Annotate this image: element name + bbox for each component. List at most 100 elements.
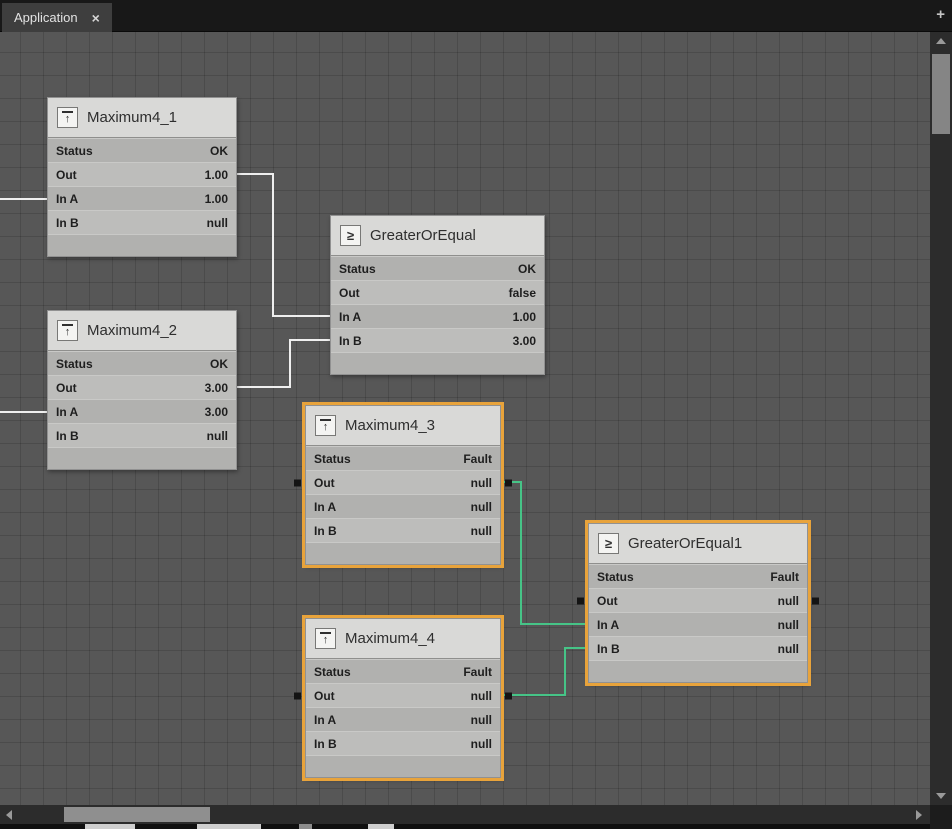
output-pin-left[interactable] [294, 479, 301, 486]
node-row-status[interactable]: Status Fault [589, 564, 807, 588]
row-value: 3.00 [205, 381, 228, 395]
node-row-in-a[interactable]: In A 3.00 [48, 399, 236, 423]
row-label: In B [314, 524, 337, 538]
node-header[interactable]: ↑ Maximum4_3 [306, 406, 500, 446]
output-pin-right[interactable] [812, 597, 819, 604]
node-title: Maximum4_4 [345, 630, 435, 647]
app-window: Application × + ↑ Maximum4_1 Status OK [0, 0, 952, 829]
bottom-edge-segment [85, 824, 135, 829]
node-row-in-b[interactable]: In B null [306, 518, 500, 542]
row-value: false [509, 286, 536, 300]
node-footer [589, 660, 807, 682]
row-value: OK [210, 144, 228, 158]
wire[interactable] [501, 482, 588, 624]
node-row-out[interactable]: Out null [589, 588, 807, 612]
node-header[interactable]: ↑ Maximum4_4 [306, 619, 500, 659]
editor-canvas[interactable]: ↑ Maximum4_1 Status OK Out 1.00 In A 1.0… [0, 32, 930, 805]
row-label: Out [339, 286, 360, 300]
vertical-scroll-thumb[interactable] [932, 54, 950, 134]
row-label: Status [339, 262, 376, 276]
row-value: 3.00 [205, 405, 228, 419]
row-value: null [471, 500, 492, 514]
node-row-in-a[interactable]: In A null [306, 707, 500, 731]
row-label: Out [314, 689, 335, 703]
row-value: null [471, 737, 492, 751]
row-value: Fault [463, 665, 492, 679]
node-row-in-b[interactable]: In B null [48, 423, 236, 447]
node-row-in-a[interactable]: In A null [589, 612, 807, 636]
row-value: 3.00 [513, 334, 536, 348]
scroll-right-button[interactable] [910, 805, 928, 824]
horizontal-scroll-thumb[interactable] [64, 807, 210, 822]
row-label: In B [56, 216, 79, 230]
node-row-status[interactable]: Status Fault [306, 446, 500, 470]
node-row-status[interactable]: Status OK [48, 138, 236, 162]
row-label: In A [339, 310, 361, 324]
node-row-out[interactable]: Out 1.00 [48, 162, 236, 186]
node-row-status[interactable]: Status Fault [306, 659, 500, 683]
node-maximum4_1[interactable]: ↑ Maximum4_1 Status OK Out 1.00 In A 1.0… [47, 97, 237, 257]
node-row-in-b[interactable]: In B null [48, 210, 236, 234]
node-greaterorequal1[interactable]: ≥ GreaterOrEqual1 Status Fault Out null … [588, 523, 808, 683]
node-title: Maximum4_3 [345, 417, 435, 434]
node-maximum4_4[interactable]: ↑ Maximum4_4 Status Fault Out null In A … [305, 618, 501, 778]
scrollbar-corner [930, 805, 952, 829]
node-row-out[interactable]: Out null [306, 683, 500, 707]
node-footer [48, 234, 236, 256]
node-row-in-b[interactable]: In B null [589, 636, 807, 660]
output-pin-left[interactable] [294, 692, 301, 699]
row-value: null [471, 689, 492, 703]
node-row-status[interactable]: Status OK [48, 351, 236, 375]
icon-glyph: ↑ [323, 635, 329, 646]
node-title: Maximum4_1 [87, 109, 177, 126]
add-tab-button[interactable]: + [936, 7, 945, 22]
node-greaterorequal[interactable]: ≥ GreaterOrEqual Status OK Out false In … [330, 215, 545, 375]
row-label: In B [314, 737, 337, 751]
row-value: Fault [770, 570, 799, 584]
icon-glyph: ↑ [65, 327, 71, 338]
row-label: Out [56, 168, 77, 182]
node-header[interactable]: ↑ Maximum4_2 [48, 311, 236, 351]
wire[interactable] [501, 648, 588, 695]
node-row-out[interactable]: Out null [306, 470, 500, 494]
row-value: 1.00 [513, 310, 536, 324]
wire[interactable] [237, 174, 330, 316]
output-pin-right[interactable] [505, 479, 512, 486]
row-label: In B [56, 429, 79, 443]
node-maximum4_3[interactable]: ↑ Maximum4_3 Status Fault Out null In A … [305, 405, 501, 565]
node-footer [331, 352, 544, 374]
row-label: In B [597, 642, 620, 656]
node-row-in-a[interactable]: In A 1.00 [331, 304, 544, 328]
row-value: OK [518, 262, 536, 276]
scroll-up-button[interactable] [930, 32, 952, 50]
maximum-icon: ↑ [57, 320, 78, 341]
node-footer [306, 542, 500, 564]
row-value: null [471, 524, 492, 538]
node-header[interactable]: ≥ GreaterOrEqual1 [589, 524, 807, 564]
node-row-status[interactable]: Status OK [331, 256, 544, 280]
horizontal-scrollbar[interactable] [0, 805, 930, 824]
node-row-out[interactable]: Out false [331, 280, 544, 304]
row-value: null [778, 618, 799, 632]
vertical-scrollbar[interactable] [930, 32, 952, 805]
scroll-down-button[interactable] [930, 787, 952, 805]
node-row-out[interactable]: Out 3.00 [48, 375, 236, 399]
node-row-in-b[interactable]: In B null [306, 731, 500, 755]
output-pin-right[interactable] [505, 692, 512, 699]
node-row-in-a[interactable]: In A null [306, 494, 500, 518]
close-icon[interactable]: × [92, 11, 100, 25]
node-header[interactable]: ≥ GreaterOrEqual [331, 216, 544, 256]
wire[interactable] [237, 340, 330, 387]
tab-application[interactable]: Application × [2, 3, 112, 32]
row-value: null [207, 216, 228, 230]
scroll-left-button[interactable] [0, 805, 18, 824]
output-pin-left[interactable] [577, 597, 584, 604]
row-label: In A [56, 192, 78, 206]
node-maximum4_2[interactable]: ↑ Maximum4_2 Status OK Out 3.00 In A 3.0… [47, 310, 237, 470]
row-value: 1.00 [205, 192, 228, 206]
node-row-in-a[interactable]: In A 1.00 [48, 186, 236, 210]
node-row-in-b[interactable]: In B 3.00 [331, 328, 544, 352]
row-label: Out [314, 476, 335, 490]
node-header[interactable]: ↑ Maximum4_1 [48, 98, 236, 138]
row-value: null [778, 642, 799, 656]
